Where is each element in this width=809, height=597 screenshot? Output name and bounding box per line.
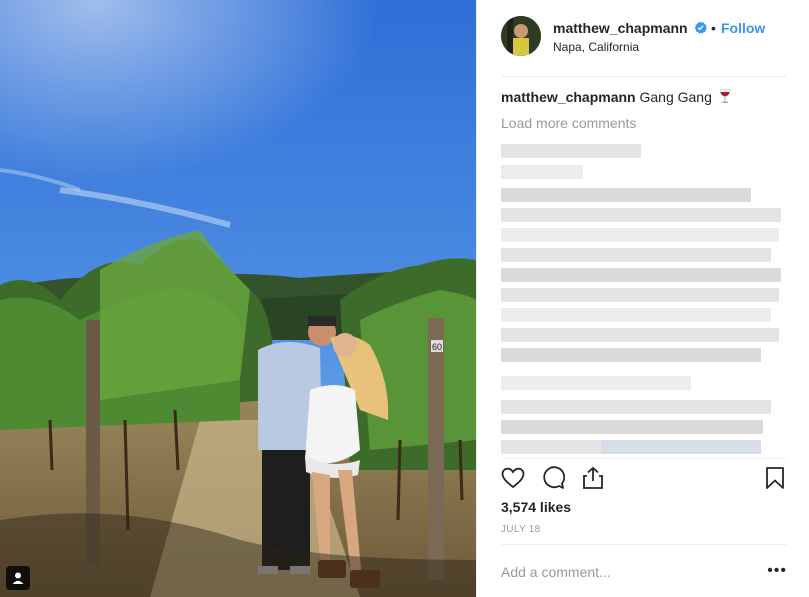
header-divider [501, 76, 787, 77]
vineyard-photo: 60 [0, 0, 476, 597]
blurred-comment-line [501, 328, 779, 342]
blurred-comment-line [501, 268, 781, 282]
blurred-comment-line [501, 420, 763, 434]
location-link[interactable]: Napa, California [553, 40, 639, 54]
username-link[interactable]: matthew_chapmann [553, 20, 688, 36]
follow-button[interactable]: Follow [721, 20, 765, 36]
comments-divider [501, 458, 787, 459]
blurred-comment-line [501, 188, 751, 202]
post-date[interactable]: JULY 18 [501, 524, 541, 535]
post-caption: matthew_chapmann Gang Gang [501, 89, 731, 105]
blurred-comment-line [501, 208, 781, 222]
avatar[interactable] [501, 16, 541, 56]
blurred-comments-area [501, 140, 788, 458]
blurred-comment-line [501, 376, 691, 390]
speech-bubble-icon[interactable] [541, 466, 565, 490]
wine-glass-icon [719, 89, 731, 103]
separator-dot: • [711, 20, 716, 36]
load-more-comments-link[interactable]: Load more comments [501, 115, 636, 131]
blurred-comment-line [501, 348, 761, 362]
likes-count[interactable]: 3,574 likes [501, 499, 571, 515]
caption-text: Gang Gang [639, 89, 712, 105]
footer-divider [501, 544, 787, 545]
person-tag-icon[interactable] [6, 566, 30, 590]
blurred-comment-line [501, 308, 771, 322]
post-photo[interactable]: 60 [0, 0, 476, 597]
blurred-comment-line [501, 400, 771, 414]
bookmark-icon[interactable] [763, 466, 787, 490]
svg-text:60: 60 [432, 342, 442, 352]
more-options-button[interactable]: ••• [767, 562, 787, 580]
blurred-comment-line [501, 165, 583, 179]
caption-username[interactable]: matthew_chapmann [501, 89, 636, 105]
blurred-comment-line [501, 228, 779, 242]
share-upload-icon[interactable] [581, 466, 605, 490]
verified-badge-icon [694, 21, 707, 34]
blurred-comment-line [501, 144, 641, 158]
post-actions [501, 466, 787, 492]
add-comment-input[interactable]: Add a comment... [501, 564, 611, 580]
post-header: matthew_chapmann • Follow Napa, Californ… [501, 16, 787, 60]
heart-outline-icon[interactable] [501, 466, 525, 490]
blurred-comment-line [501, 288, 779, 302]
blurred-comment-line [501, 440, 601, 454]
post-side-panel: matthew_chapmann • Follow Napa, Californ… [476, 0, 809, 597]
blurred-comment-line [501, 248, 771, 262]
blurred-comment-link [601, 440, 761, 454]
